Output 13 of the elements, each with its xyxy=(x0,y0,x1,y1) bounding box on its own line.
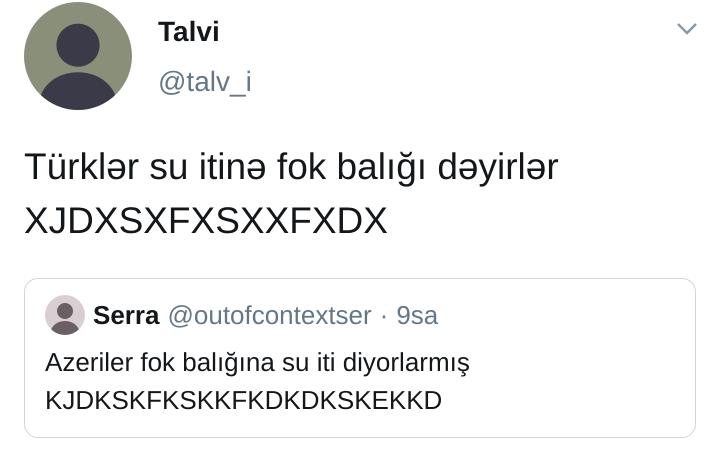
chevron-icon[interactable] xyxy=(676,22,698,36)
author-name[interactable]: Talvi xyxy=(158,16,252,48)
tweet-text-line: XJDXSXFXSXXFXDX xyxy=(24,199,389,243)
quoted-text-line: Azeriler fok balığına su iti diyorlarmış xyxy=(45,346,471,379)
author-handle[interactable]: @talv_i xyxy=(158,66,252,98)
quoted-text-line: KJDKSKFKSKKFKDKDKSKEKKD xyxy=(45,384,444,417)
quoted-author-handle: @outofcontextser xyxy=(168,300,372,330)
quoted-author-name: Serra xyxy=(93,300,160,330)
quoted-avatar xyxy=(45,295,85,335)
tweet-text-line: Türklər su itinə fok balığı dəyirlər xyxy=(24,145,560,189)
separator: · xyxy=(380,300,388,330)
tweet-time: 9sa xyxy=(396,300,438,330)
quoted-tweet-card[interactable]: Serra @outofcontextser · 9sa Azeriler fok balığına su iti diyorlarmış KJDKSKFKSKKFKDKDKSKEKKD xyxy=(24,278,696,438)
